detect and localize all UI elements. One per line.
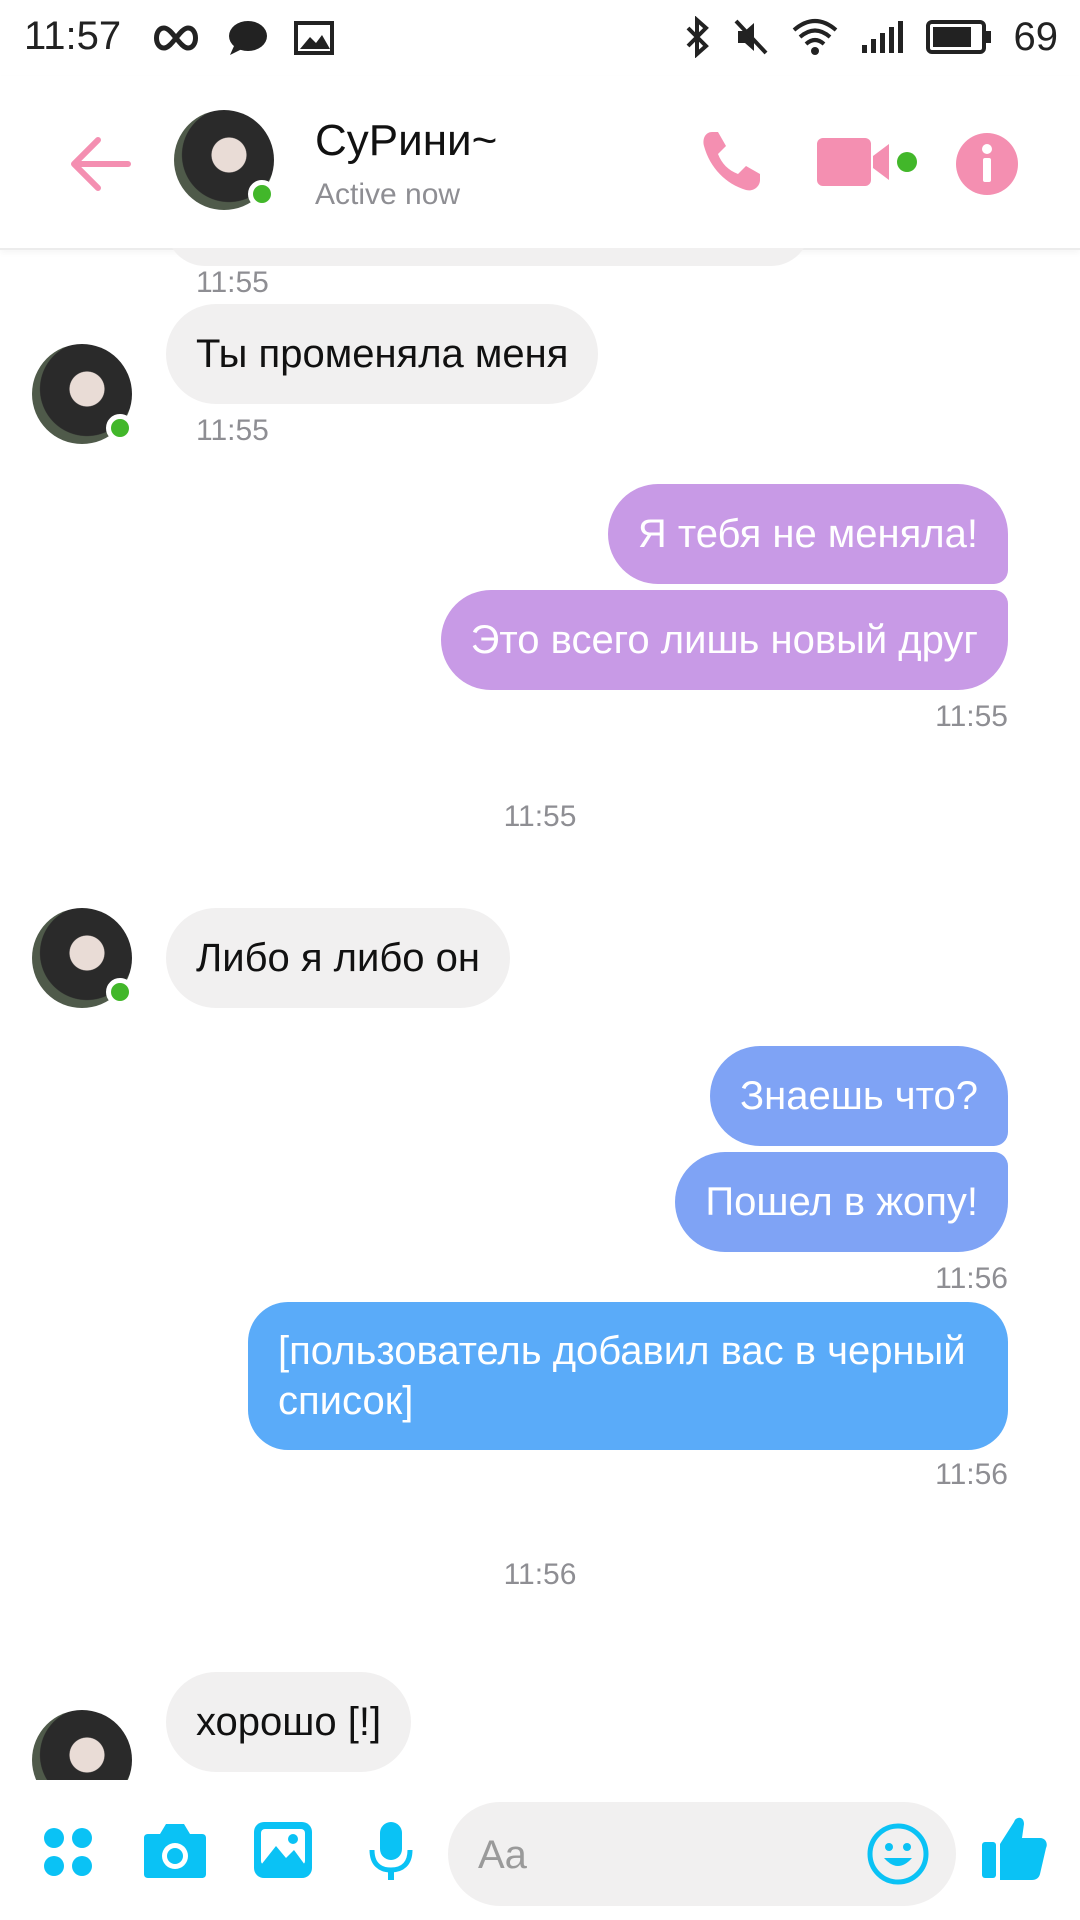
incoming-message[interactable]: хорошо [!] [166,1672,412,1772]
incoming-message[interactable]: Ты променяла меня [166,304,599,404]
partial-message-bubble[interactable] [166,248,810,266]
outgoing-message[interactable]: Это всего лишь новый друг [440,590,1008,690]
status-time: 11:57 [24,14,122,58]
sender-avatar[interactable] [32,1710,132,1780]
status-left-icons [150,18,334,58]
wifi-icon [792,19,837,55]
conversation-header: СуРини~ Active now [0,76,1080,250]
outgoing-message[interactable]: Я тебя не меняла! [607,484,1008,584]
status-right-icons: 69 [684,14,1059,60]
phone-icon[interactable] [698,128,764,194]
time-divider: 11:55 [503,800,577,833]
bluetooth-icon [686,16,709,58]
gallery-icon[interactable] [252,1820,314,1880]
message-timestamp: 11:56 [935,1262,1008,1295]
microphone-icon[interactable] [368,1820,414,1884]
message-timestamp: 11:55 [196,266,269,299]
signal-icon [861,21,903,53]
message-composer [0,1780,1080,1920]
message-timestamp: 11:55 [196,414,269,447]
back-arrow-icon[interactable] [68,134,132,194]
online-indicator [248,180,276,208]
image-icon [294,21,334,55]
thumbs-up-icon[interactable] [980,1812,1050,1882]
outgoing-message[interactable]: Пошел в жопу! [675,1152,1008,1252]
online-indicator [106,978,134,1006]
contact-status: Active now [315,178,461,211]
sender-avatar[interactable] [32,908,134,1008]
battery-icon [925,20,991,54]
message-list[interactable]: 11:55 Ты променяла меня 11:55 Я тебя не … [0,248,1080,1780]
outgoing-message[interactable]: [пользователь добавил вас в черный списо… [248,1302,1008,1450]
chat-bubble-icon [229,21,267,55]
outgoing-message[interactable]: Знаешь что? [710,1046,1008,1146]
video-call-icon[interactable] [815,134,921,190]
contact-name[interactable]: СуРини~ [315,116,497,166]
sender-avatar[interactable] [32,344,134,444]
mute-icon [734,19,767,55]
online-indicator [106,414,134,442]
apps-grid-icon[interactable] [42,1826,94,1878]
message-timestamp: 11:55 [935,700,1008,733]
message-input[interactable] [476,1820,860,1890]
camera-icon[interactable] [142,1820,208,1880]
incoming-message[interactable]: Либо я либо он [166,908,510,1008]
message-input-container[interactable] [448,1802,956,1906]
time-divider: 11:56 [503,1558,577,1591]
infinity-icon [154,25,198,51]
info-icon[interactable] [955,132,1019,196]
message-timestamp: 11:56 [935,1458,1008,1491]
emoji-icon[interactable] [866,1822,930,1886]
battery-percent: 69 [1013,14,1059,59]
contact-avatar[interactable] [174,110,276,210]
status-bar: 11:57 69 [0,0,1080,76]
